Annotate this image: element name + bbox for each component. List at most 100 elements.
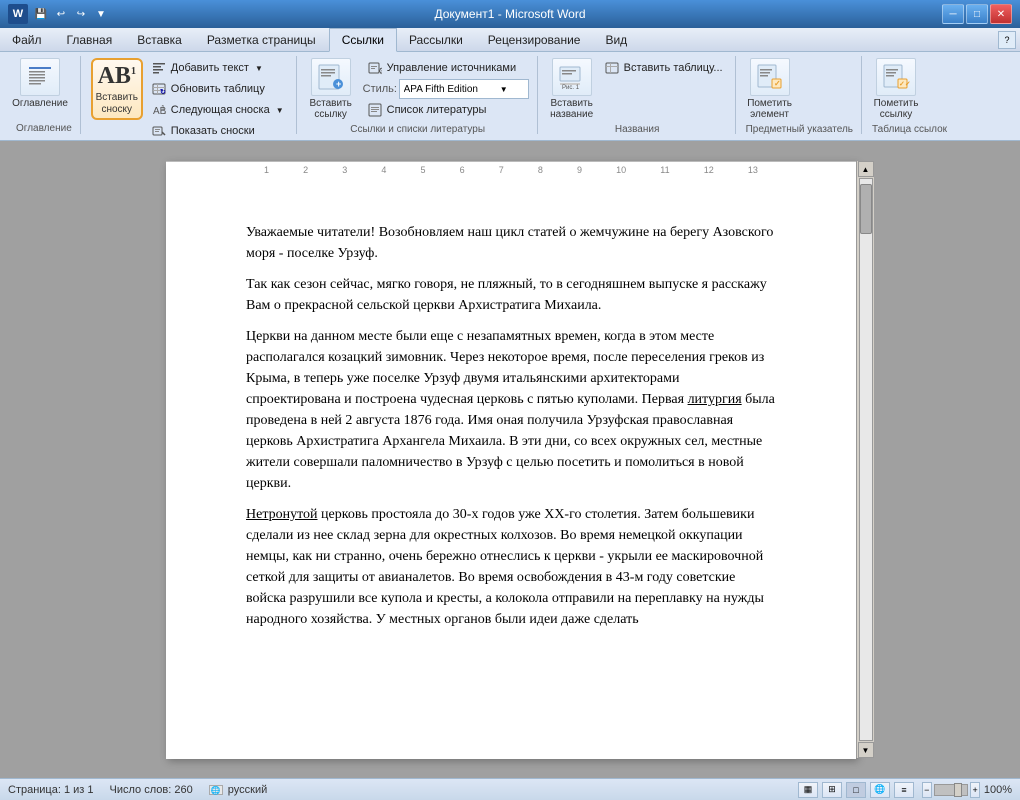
manage-sources-label: Управление источниками	[387, 62, 516, 74]
title-bar: W 💾 ↩ ↪ ▼ Документ1 - Microsoft Word ─ □…	[0, 0, 1020, 28]
group-citations-label: Ссылки и списки литературы	[307, 122, 529, 135]
tab-insert[interactable]: Вставка	[125, 28, 195, 51]
undo-quick-btn[interactable]: ↩	[52, 5, 70, 23]
close-button[interactable]: ✕	[990, 4, 1012, 24]
show-notes-label: Показать сноски	[171, 125, 255, 137]
mark-entry-button[interactable]: ✓ Пометить элемент	[746, 58, 794, 120]
next-footnote-label: Следующая сноска	[171, 104, 270, 116]
tab-layout[interactable]: Разметка страницы	[195, 28, 329, 51]
update-table-icon: ↻	[151, 81, 167, 97]
style-dropdown[interactable]: APA Fifth Edition ▼	[399, 79, 529, 99]
next-footnote-button[interactable]: AB 1 → Следующая сноска ▼	[147, 100, 288, 120]
document-page[interactable]: Уважаемые читатели! Возобновляем наш цик…	[166, 162, 856, 759]
tab-mailings[interactable]: Рассылки	[397, 28, 476, 51]
style-prefix-label: Стиль:	[363, 83, 395, 95]
toc-icon	[20, 58, 60, 96]
footnote-ab-icon: AB1	[98, 63, 136, 90]
ribbon-help-btn[interactable]: ?	[998, 31, 1016, 49]
status-left: Страница: 1 из 1 Число слов: 260 🌐 русск…	[8, 784, 267, 796]
paragraph-4: Нетронутой церковь простояла до 30-х год…	[246, 504, 776, 630]
insert-footnote-button[interactable]: AB1 Вставитьсноску	[91, 58, 143, 120]
group-table-citations-label: Таблица ссылок	[872, 122, 947, 135]
tab-references[interactable]: Ссылки	[329, 28, 397, 52]
group-footnotes-content: AB1 Вставитьсноску	[91, 56, 288, 143]
underlined-word-liturgy: литургия	[688, 392, 742, 407]
group-citations-content: + Вставить ссылку ⚙	[307, 56, 529, 122]
scroll-down-button[interactable]: ▼	[858, 742, 874, 758]
captions-small-buttons: Вставить таблицу...	[600, 58, 727, 78]
update-table-button[interactable]: ↻ Обновить таблицу	[147, 79, 288, 99]
word-count-label: Число слов: 260	[110, 784, 193, 796]
insert-caption-button[interactable]: Рис. 1 Вставить название	[548, 58, 596, 120]
zoom-slider[interactable]	[934, 784, 969, 796]
group-table-content: ✓✓ Пометить ссылку	[872, 56, 947, 122]
document-main: 12345678910111213 Уважаемые читатели! Во…	[0, 141, 1020, 778]
insert-table-figures-button[interactable]: Вставить таблицу...	[600, 58, 727, 78]
group-footnotes: AB1 Вставитьсноску	[83, 56, 297, 134]
svg-text:→: →	[161, 107, 166, 117]
style-row: Стиль: APA Fifth Edition ▼	[363, 79, 529, 99]
svg-text:Рис. 1: Рис. 1	[562, 85, 580, 91]
view-normal-btn[interactable]: ▦	[798, 782, 818, 798]
update-table-label: Обновить таблицу	[171, 83, 265, 95]
svg-text:⚙: ⚙	[378, 66, 382, 75]
scroll-thumb[interactable]	[860, 184, 872, 234]
table-figures-icon	[604, 60, 620, 76]
ribbon-tabs: Файл Главная Вставка Разметка страницы С…	[0, 28, 1020, 52]
view-outline-btn[interactable]: ≡	[894, 782, 914, 798]
insert-footnote-label: Вставитьсноску	[96, 92, 138, 116]
group-toc-content: Оглавление	[16, 56, 72, 121]
paragraph-3: Церкви на данном месте были еще с незапа…	[246, 326, 776, 494]
bibliography-button[interactable]: Список литературы	[363, 100, 529, 120]
insert-citation-button[interactable]: + Вставить ссылку	[307, 58, 355, 120]
maximize-button[interactable]: □	[966, 4, 988, 24]
tab-file[interactable]: Файл	[0, 28, 55, 51]
ribbon-content: Оглавление Оглавление AB1 Вставитьсноску	[0, 52, 1020, 140]
zoom-thumb	[954, 783, 962, 797]
view-fullscreen-btn[interactable]: ⊞	[822, 782, 842, 798]
word-app-icon: W	[8, 4, 28, 24]
toc-label: Оглавление	[12, 98, 68, 109]
scroll-up-button[interactable]: ▲	[858, 161, 874, 177]
mark-citation-button[interactable]: ✓✓ Пометить ссылку	[872, 58, 920, 120]
show-notes-button[interactable]: Показать сноски	[147, 121, 288, 141]
tab-view[interactable]: Вид	[593, 28, 640, 51]
view-web-btn[interactable]: 🌐	[870, 782, 890, 798]
citation-icon: +	[311, 58, 351, 96]
status-right: ▦ ⊞ □ 🌐 ≡ − + 100%	[798, 782, 1012, 798]
insert-caption-label: Вставить название	[548, 98, 596, 120]
minimize-button[interactable]: ─	[942, 4, 964, 24]
zoom-in-btn[interactable]: +	[970, 782, 980, 798]
view-layout-btn[interactable]: □	[846, 782, 866, 798]
add-text-button[interactable]: Добавить текст ▼	[147, 58, 288, 78]
tab-review[interactable]: Рецензирование	[476, 28, 594, 51]
group-index-content: ✓ Пометить элемент	[746, 56, 853, 122]
customize-quick-btn[interactable]: ▼	[92, 5, 110, 23]
mark-entry-label: Пометить элемент	[746, 98, 794, 120]
toc-button[interactable]: Оглавление	[16, 58, 64, 109]
show-notes-icon	[151, 123, 167, 139]
mark-entry-icon: ✓	[750, 58, 790, 96]
redo-quick-btn[interactable]: ↪	[72, 5, 90, 23]
underlined-word-untouched: Нетронутой	[246, 507, 318, 522]
svg-text:↻: ↻	[160, 89, 166, 96]
svg-text:✓✓: ✓✓	[899, 81, 911, 88]
svg-text:+: +	[336, 79, 341, 89]
zoom-out-btn[interactable]: −	[922, 782, 932, 798]
group-captions-label: Названия	[548, 122, 727, 135]
document-area: 12345678910111213 Уважаемые читатели! Во…	[0, 141, 1020, 778]
tab-home[interactable]: Главная	[55, 28, 126, 51]
style-group: ⚙ Управление источниками Стиль: APA Fift…	[363, 58, 529, 120]
sources-icon: ⚙	[367, 60, 383, 76]
zoom-control: − + 100%	[922, 782, 1012, 798]
ribbon: Файл Главная Вставка Разметка страницы С…	[0, 28, 1020, 141]
scroll-track[interactable]	[859, 178, 873, 741]
add-text-icon	[151, 60, 167, 76]
save-quick-btn[interactable]: 💾	[32, 5, 50, 23]
style-dropdown-arrow: ▼	[500, 85, 508, 94]
group-index: ✓ Пометить элемент Предметный указатель	[738, 56, 862, 134]
manage-sources-button[interactable]: ⚙ Управление источниками	[363, 58, 529, 78]
zoom-percent: 100%	[984, 784, 1012, 796]
window-controls: ─ □ ✕	[942, 4, 1012, 24]
add-text-arrow: ▼	[255, 64, 263, 73]
